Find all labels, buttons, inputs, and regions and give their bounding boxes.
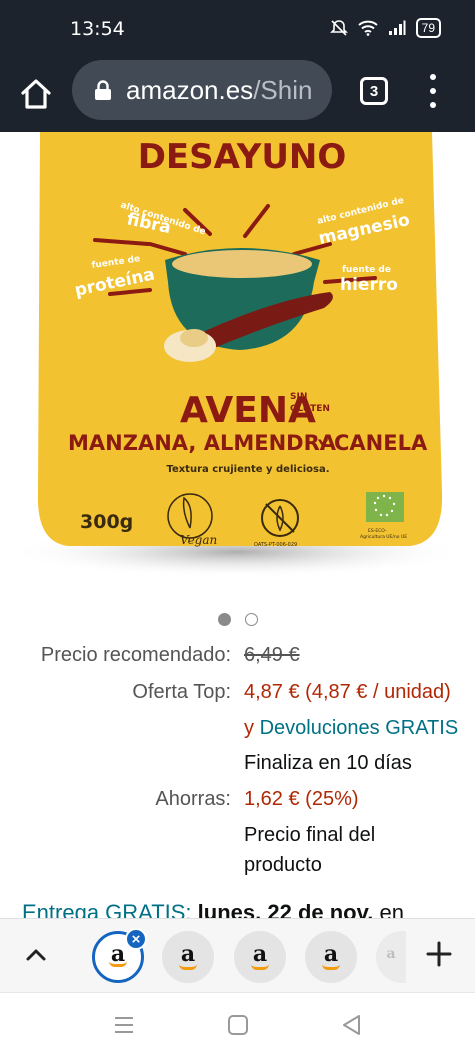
returns-line: y Devoluciones GRATIS	[244, 717, 458, 740]
certificate-code: OATS-PT-006-029	[254, 542, 297, 548]
amazon-logo-icon: a	[252, 941, 268, 967]
product-subtitle-main: MANZANA, ALMENDRA	[68, 431, 337, 455]
kebab-menu-icon[interactable]	[424, 74, 442, 108]
product-subtitle-y: Y	[317, 438, 329, 454]
recommended-price-value: 6,49 €	[244, 644, 300, 666]
system-navigation-bar	[0, 992, 475, 1056]
chevron-up-icon[interactable]	[22, 943, 50, 967]
close-tab-icon[interactable]: ×	[125, 928, 147, 950]
url-domain: amazon.es	[126, 74, 254, 105]
amazon-logo-icon: a	[386, 946, 396, 962]
amazon-logo-icon: a	[323, 941, 339, 967]
savings-value: 1,62 € (25%)	[244, 788, 359, 810]
tab-chip-active[interactable]: a ×	[92, 928, 147, 983]
amazon-smile-icon	[251, 964, 269, 970]
final-price-note-line2: producto	[244, 854, 322, 876]
badge-iron-prefix: fuente de	[342, 265, 391, 275]
badge-iron: hierro	[340, 275, 398, 295]
mute-bell-icon	[329, 20, 348, 36]
tab-chip-3[interactable]: a	[234, 931, 286, 983]
product-image[interactable]: DESAYUNO alto contenido de fibra fuente …	[0, 132, 475, 592]
product-tagline: Textura crujiente y deliciosa.	[166, 464, 329, 475]
plus-icon[interactable]	[424, 939, 454, 969]
address-bar[interactable]: amazon.es/Shin	[72, 60, 332, 120]
amazon-logo-icon: a	[180, 941, 196, 967]
product-pouch-illustration: DESAYUNO alto contenido de fibra fuente …	[7, 132, 467, 578]
offer-price-value: 4,87 € (4,87 € / unidad)	[244, 681, 451, 703]
eu-organic-line1: ES-ECO-	[368, 528, 387, 534]
tab-chip-2[interactable]: a	[162, 931, 214, 983]
status-time: 13:54	[70, 18, 125, 40]
url-path: /Shin	[253, 74, 313, 105]
product-weight: 300g	[80, 511, 133, 533]
wifi-icon	[357, 20, 378, 36]
home-icon[interactable]	[18, 76, 54, 112]
signal-icon	[388, 20, 406, 35]
vegan-label: Vegan	[180, 533, 217, 547]
tab-group-strip: a × a a a a	[0, 918, 475, 992]
amazon-smile-icon	[322, 964, 340, 970]
free-returns-link[interactable]: Devoluciones GRATIS	[260, 717, 459, 739]
tab-switcher-button[interactable]: 3	[360, 77, 388, 105]
carousel-dot-1[interactable]	[217, 613, 231, 626]
recommended-price-label: Precio recomendado:	[40, 644, 231, 666]
tab-chip-4[interactable]: a	[305, 931, 357, 983]
browser-toolbar: amazon.es/Shin 3	[0, 60, 475, 132]
tab-chip-5-partial[interactable]: a	[376, 931, 406, 983]
image-carousel-dots	[0, 613, 475, 626]
product-subtitle-end: CANELA	[334, 431, 428, 455]
amazon-smile-icon	[179, 964, 197, 970]
status-bar: 13:54 79	[0, 0, 475, 60]
eu-organic-line2: Agricultura UE/no UE	[360, 534, 407, 540]
brand-line: DESAYUNO	[138, 137, 347, 177]
carousel-dot-2[interactable]	[244, 613, 258, 626]
battery-indicator: 79	[415, 18, 441, 38]
returns-conjunction: y	[244, 717, 254, 739]
url-text: amazon.es/Shin	[126, 75, 312, 106]
home-square-icon[interactable]	[226, 1013, 250, 1037]
savings-label: Ahorras:	[155, 788, 231, 810]
recents-icon[interactable]	[112, 1013, 136, 1037]
final-price-note-line1: Precio final del	[244, 824, 376, 846]
status-icons: 79	[329, 18, 441, 38]
title-badge-line1: SIN	[290, 392, 307, 402]
back-triangle-icon[interactable]	[340, 1013, 364, 1037]
deal-ends-text: Finaliza en 10 días	[244, 752, 412, 774]
title-badge-line2: GLUTEN	[290, 404, 330, 414]
lock-icon	[95, 80, 111, 100]
offer-label: Oferta Top:	[132, 681, 231, 703]
